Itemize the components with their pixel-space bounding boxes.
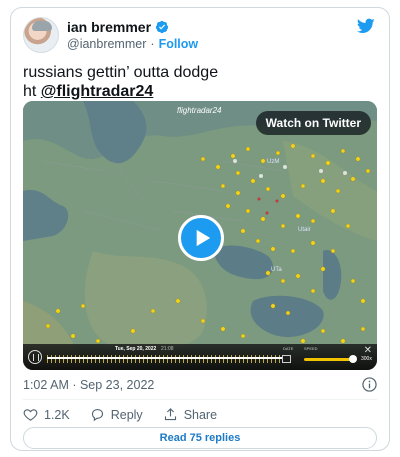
pause-icon[interactable] — [28, 350, 42, 364]
tweet-line-1: russians gettin’ outta dodge — [23, 64, 219, 81]
speed-value: 300x — [361, 356, 372, 362]
map-label-uzbek: UzM — [267, 159, 279, 165]
speed-slider[interactable] — [304, 358, 354, 361]
date-label: DATE — [283, 346, 294, 351]
flightradar-watermark: flightradar24 — [177, 106, 221, 115]
author-handle[interactable]: @ianbremmer — [67, 37, 146, 51]
reply-label: Reply — [110, 407, 143, 422]
map-label-uta: UTa — [271, 267, 282, 273]
tweet-line-2: ht @flightradar24 — [23, 82, 218, 101]
divider — [23, 399, 377, 400]
follow-button[interactable]: Follow — [159, 37, 199, 51]
tweet-text: russians gettin’ outta dodge ht @flightr… — [23, 63, 218, 101]
avatar[interactable] — [23, 17, 59, 53]
like-button[interactable]: 1.2K — [23, 407, 70, 422]
tweet-timestamp[interactable]: 1:02 AM · Sep 23, 2022 — [23, 378, 154, 392]
tweet-line-2-prefix: ht — [23, 83, 41, 100]
share-icon — [164, 408, 176, 421]
info-icon[interactable] — [362, 377, 377, 392]
watch-on-twitter-button[interactable]: Watch on Twitter — [255, 111, 371, 135]
author-name-row: ian bremmer — [67, 19, 169, 35]
reply-button[interactable]: Reply — [90, 407, 143, 422]
watermark-text: flightradar24 — [177, 106, 222, 115]
share-button[interactable]: Share — [163, 407, 217, 422]
tweet-card: ian bremmer @ianbremmer · Follow russian… — [10, 7, 390, 451]
reply-icon — [91, 408, 103, 422]
twitter-bird-icon[interactable] — [357, 18, 375, 34]
heart-icon — [23, 409, 38, 421]
action-bar: 1.2K Reply Share — [23, 407, 237, 422]
playback-date: Tue, Sep 20, 2022 — [115, 346, 157, 352]
playback-time: 21:08 — [161, 346, 174, 352]
speed-label: SPEED — [304, 346, 318, 351]
author-name[interactable]: ian bremmer — [67, 19, 151, 35]
like-count: 1.2K — [44, 407, 70, 422]
share-label: Share — [183, 407, 218, 422]
separator-dot: · — [150, 37, 155, 51]
speed-slider-knob[interactable] — [349, 355, 357, 363]
read-replies-button[interactable]: Read 75 replies — [23, 427, 377, 449]
timeline-scrubber[interactable] — [47, 357, 283, 359]
play-icon — [196, 229, 210, 247]
close-icon[interactable]: ✕ — [364, 345, 372, 356]
verified-badge-icon — [155, 20, 169, 34]
calendar-icon[interactable] — [282, 355, 291, 363]
mention-link[interactable]: @flightradar24 — [41, 83, 154, 100]
video-player[interactable]: UzM Utair UTa flightradar24 Watch on Twi… — [23, 101, 377, 370]
map-label-utair: Utair — [298, 227, 311, 233]
playback-bar: Tue, Sep 20, 2022 21:08 DATE SPEED 300x … — [23, 344, 377, 370]
play-button[interactable] — [178, 215, 224, 261]
handle-row: @ianbremmer · Follow — [67, 37, 198, 51]
